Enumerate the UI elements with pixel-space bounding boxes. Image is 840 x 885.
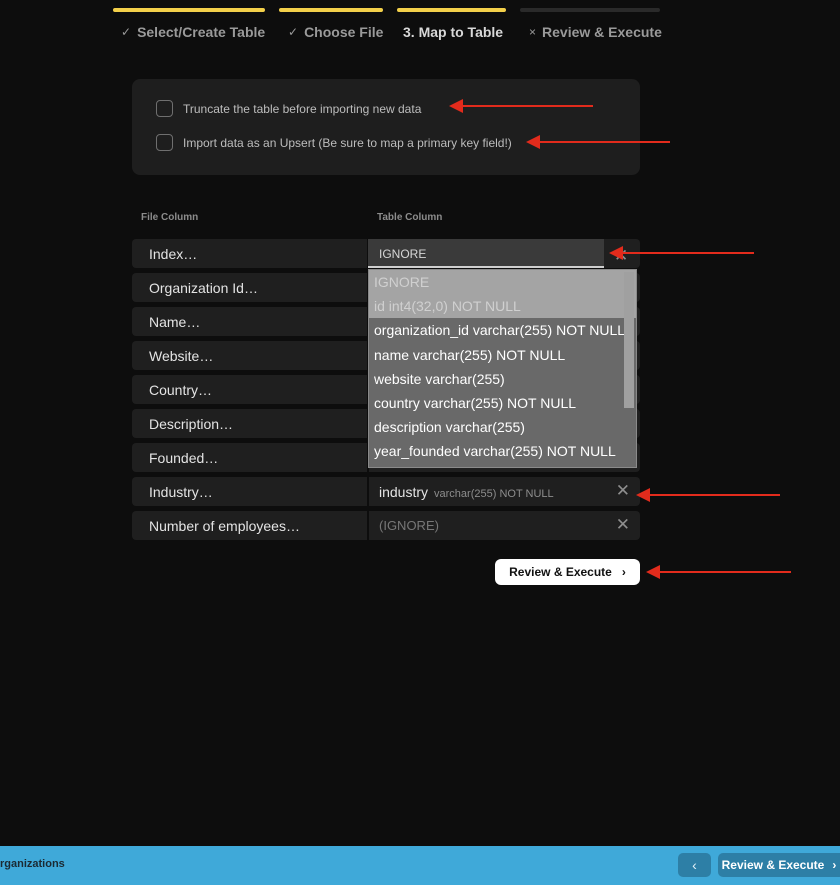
table-column-select[interactable]: industry varchar(255) NOT NULL [379,484,554,500]
annotation-arrow [449,99,593,113]
footer-next-label: Review & Execute [721,858,825,872]
table-column-header: Table Column [377,212,443,223]
annotation-arrow [646,565,791,579]
table-column-select-index[interactable]: IGNORE [368,239,604,268]
dropdown-option: IGNORE [369,270,636,295]
step-map-to-table[interactable]: 3. Map to Table [397,8,506,48]
step-progress-bar [279,8,383,12]
clear-mapping-icon[interactable]: ✕ [616,516,630,534]
step-label: Select/Create Table [137,24,266,40]
step-review-execute[interactable]: × Review & Execute [520,8,662,48]
dropdown-scrollbar[interactable] [624,272,634,408]
footer-bar: rganizations ‹ Review & Execute › [0,846,840,885]
dropdown-option[interactable]: name varchar(255) NOT NULL [369,343,636,367]
divider [367,511,369,540]
mapping-row-industry: Industry… industry varchar(255) NOT NULL… [132,477,640,506]
dropdown-option[interactable]: year_founded varchar(255) NOT NULL [369,439,636,463]
step-label: Choose File [304,24,384,40]
chevron-right-icon: › [832,858,837,872]
upsert-option[interactable]: Import data as an Upsert (Be sure to map… [156,134,512,151]
truncate-checkbox[interactable] [156,100,173,117]
table-column-type: varchar(255) NOT NULL [434,488,554,500]
footer-table-name: rganizations [0,858,65,870]
file-column-name: Industry… [149,484,213,500]
annotation-arrow [609,246,754,260]
table-column-value: (IGNORE) [379,518,439,533]
import-options-panel: Truncate the table before importing new … [132,79,640,175]
step-progress-bar [520,8,660,12]
upsert-label: Import data as an Upsert (Be sure to map… [183,135,512,150]
truncate-label: Truncate the table before importing new … [183,101,422,116]
check-icon: ✓ [288,25,299,39]
dropdown-option: id int4(32,0) NOT NULL [369,294,636,319]
file-column-name: Founded… [149,450,219,466]
step-progress-bar [397,8,506,12]
annotation-arrow [636,488,780,502]
file-column-name: Number of employees… [149,518,300,534]
clear-mapping-icon[interactable]: ✕ [616,482,630,500]
step-progress-bar [113,8,265,12]
file-column-name: Country… [149,382,213,398]
dropdown-option[interactable]: country varchar(255) NOT NULL [369,391,636,415]
table-column-dropdown: IGNORE id int4(32,0) NOT NULL organizati… [368,269,637,468]
file-column-name: Description… [149,416,234,432]
step-label: 3. Map to Table [403,24,504,40]
file-column-name: Organization Id… [149,280,258,296]
chevron-right-icon: › [621,565,626,579]
file-column-header: File Column [141,212,199,223]
file-column-name: Name… [149,314,201,330]
file-column-name: Website… [149,348,214,364]
import-stepper: ✓ Select/Create Table ✓ Choose File 3. Map… [113,8,662,48]
truncate-option[interactable]: Truncate the table before importing new … [156,100,421,117]
footer-review-execute-button[interactable]: Review & Execute › [718,853,840,877]
upsert-checkbox[interactable] [156,134,173,151]
dropdown-option[interactable]: organization_id varchar(255) NOT NULL [369,318,636,342]
review-execute-label: Review & Execute [509,565,612,579]
step-label: Review & Execute [542,24,662,40]
file-column-name: Index… [149,246,198,262]
step-select-create-table[interactable]: ✓ Select/Create Table [113,8,265,48]
dropdown-option[interactable]: website varchar(255) [369,367,636,391]
step-choose-file[interactable]: ✓ Choose File [279,8,383,48]
check-icon: ✓ [121,25,132,39]
annotation-arrow [526,135,670,149]
table-column-select[interactable]: (IGNORE) [379,518,439,533]
table-column-value: industry [379,484,429,500]
review-execute-button[interactable]: Review & Execute › [495,559,640,585]
selected-value: IGNORE [379,247,427,261]
back-button[interactable]: ‹ [678,853,711,877]
chevron-left-icon: ‹ [692,857,697,873]
mapping-row-number-of-employees: Number of employees… (IGNORE) ✕ [132,511,640,540]
x-icon: × [529,25,537,39]
divider [367,477,369,506]
dropdown-option[interactable]: description varchar(255) [369,415,636,439]
